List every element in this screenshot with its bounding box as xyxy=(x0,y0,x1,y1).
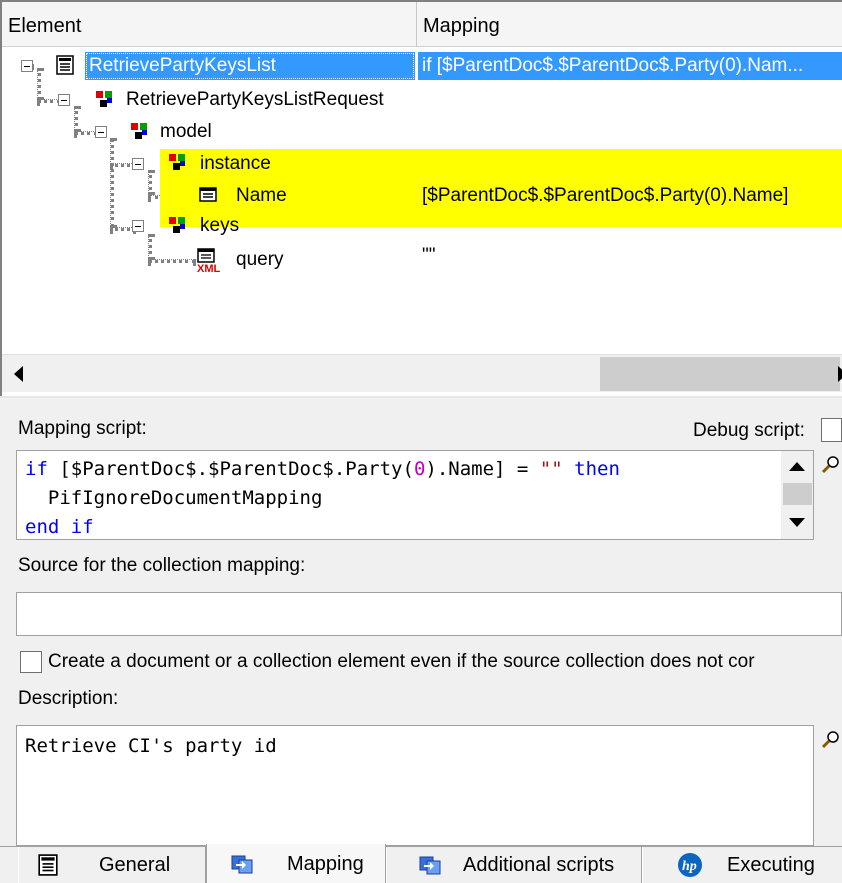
structure-icon xyxy=(131,123,147,139)
arrow-up-icon xyxy=(789,462,805,471)
tree-row-retrievepartykeyslistrequest[interactable]: RetrievePartyKeysListRequest xyxy=(2,84,842,116)
arrow-right-icon xyxy=(838,366,842,382)
description-label: Description: xyxy=(18,688,119,709)
tree-item-label: keys xyxy=(200,215,240,236)
script-text: [$ParentDoc$.$ParentDoc$.Party( xyxy=(47,458,414,480)
tab-executing[interactable]: hp Executing xyxy=(642,847,842,883)
scroll-down-button[interactable] xyxy=(781,509,813,537)
keyword-if: if xyxy=(25,458,48,480)
column-header-mapping[interactable]: Mapping xyxy=(417,2,842,47)
collapse-toggle[interactable] xyxy=(21,60,33,72)
scroll-right-button[interactable] xyxy=(828,359,842,389)
column-header-mapping-label: Mapping xyxy=(423,15,500,37)
tab-general[interactable]: General xyxy=(18,847,206,883)
collapse-toggle[interactable] xyxy=(132,220,144,232)
tree-item-label: model xyxy=(160,121,212,142)
element-tree-panel[interactable]: Element Mapping RetrievePartyKeysList if… xyxy=(0,0,842,396)
collapse-toggle[interactable] xyxy=(95,126,107,138)
tab-bar: General Mapping Additional scripts hp Ex… xyxy=(0,844,842,883)
create-element-checkbox[interactable] xyxy=(20,651,42,673)
scroll-thumb[interactable] xyxy=(783,483,812,505)
hp-logo-icon: hp xyxy=(678,853,702,877)
tree-item-label: RetrievePartyKeysListRequest xyxy=(126,89,384,110)
description-text: Retrieve CI's party id xyxy=(25,735,277,757)
column-header-element-label: Element xyxy=(8,15,82,37)
tab-label: General xyxy=(99,854,171,876)
tree-item-mapping: [$ParentDoc$.$ParentDoc$.Party(0).Name] xyxy=(422,185,789,206)
scroll-thumb[interactable] xyxy=(600,357,840,391)
script-line-2: PifIgnoreDocumentMapping xyxy=(25,487,323,509)
tab-mapping[interactable]: Mapping xyxy=(206,844,386,883)
structure-icon xyxy=(169,217,185,233)
collapse-toggle[interactable] xyxy=(58,94,70,106)
tab-label: Executing xyxy=(727,854,815,876)
structure-icon xyxy=(96,91,112,107)
tab-additional-scripts[interactable]: Additional scripts xyxy=(386,847,642,883)
xml-field-icon: XML xyxy=(197,248,221,274)
splitter[interactable] xyxy=(0,396,842,398)
tab-label: Additional scripts xyxy=(463,854,615,876)
document-icon xyxy=(38,854,58,876)
keyword-then: then xyxy=(574,458,620,480)
tree-row-model[interactable]: model xyxy=(2,116,842,148)
mapping-script-label: Mapping script: xyxy=(18,418,147,439)
tree-item-label: query xyxy=(236,249,284,270)
tree-row-query[interactable]: XML query "" xyxy=(2,244,842,276)
scroll-left-button[interactable] xyxy=(4,359,32,389)
script-space xyxy=(563,458,574,480)
document-icon xyxy=(56,55,74,75)
debug-script-label: Debug script: xyxy=(693,420,805,441)
collapse-toggle[interactable] xyxy=(132,158,144,170)
create-element-label: Create a document or a collection elemen… xyxy=(48,651,755,672)
script-text: ).Name] = xyxy=(425,458,540,480)
script-number: 0 xyxy=(413,458,426,480)
field-icon xyxy=(199,187,217,202)
tree-row-retrievepartykeyslist[interactable]: RetrievePartyKeysList if [$ParentDoc$.$P… xyxy=(2,50,842,82)
script-line-3: end if xyxy=(25,516,94,538)
mapping-icon xyxy=(231,855,253,874)
collection-source-label: Source for the collection mapping: xyxy=(18,555,306,576)
tree-item-label: instance xyxy=(200,153,271,174)
tree-row-name[interactable]: Name [$ParentDoc$.$ParentDoc$.Party(0).N… xyxy=(2,180,842,212)
collection-source-input[interactable] xyxy=(16,592,842,636)
arrow-down-icon xyxy=(789,518,805,527)
tree-header: Element Mapping xyxy=(2,2,842,47)
horizontal-scrollbar[interactable] xyxy=(2,354,842,392)
tree-item-label: RetrievePartyKeysList xyxy=(89,55,276,76)
svg-text:hp: hp xyxy=(682,859,697,874)
debug-script-checkbox[interactable] xyxy=(821,418,842,442)
tree-item-mapping: "" xyxy=(422,245,436,266)
structure-icon xyxy=(169,154,185,170)
tab-label: Mapping xyxy=(287,853,364,875)
script-line-1: if [$ParentDoc$.$ParentDoc$.Party(0).Nam… xyxy=(25,455,620,484)
tree-row-instance[interactable]: instance xyxy=(2,148,842,180)
description-textarea[interactable]: Retrieve CI's party id xyxy=(16,725,814,846)
scripts-icon xyxy=(419,856,441,875)
zoom-icon[interactable] xyxy=(820,454,842,476)
zoom-icon[interactable] xyxy=(820,729,842,751)
scroll-up-button[interactable] xyxy=(781,453,813,481)
script-vertical-scrollbar[interactable] xyxy=(781,451,813,539)
svg-text:XML: XML xyxy=(197,263,221,274)
column-header-element[interactable]: Element xyxy=(2,2,417,47)
tree-item-label: Name xyxy=(236,185,287,206)
script-string: "" xyxy=(539,458,563,480)
arrow-left-icon xyxy=(14,366,23,382)
tree-item-mapping: if [$ParentDoc$.$ParentDoc$.Party(0).Nam… xyxy=(422,55,804,76)
mapping-script-editor[interactable]: if [$ParentDoc$.$ParentDoc$.Party(0).Nam… xyxy=(16,450,814,540)
